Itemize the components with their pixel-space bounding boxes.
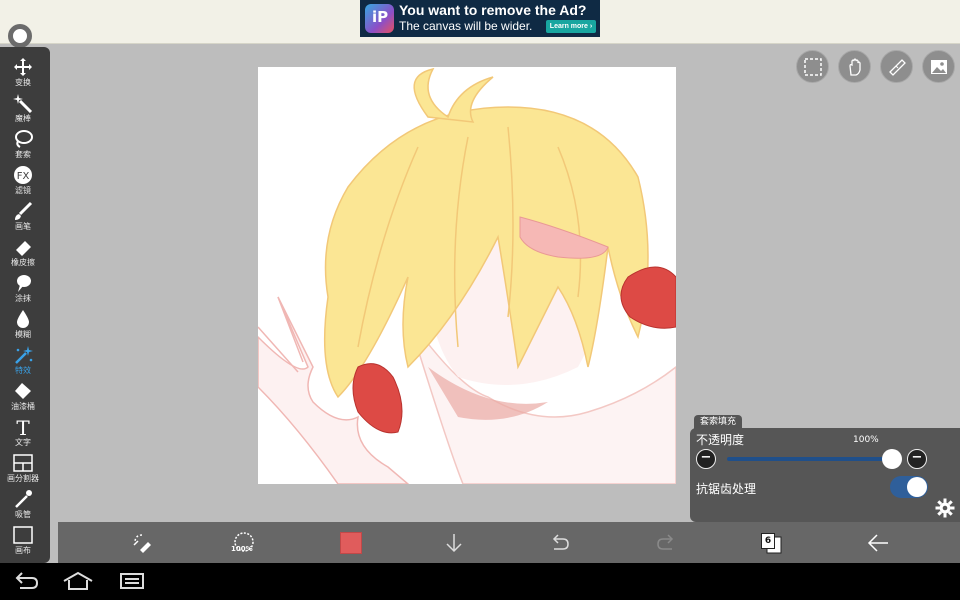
arrow-left-icon	[867, 534, 888, 552]
tool-label: 滤镜	[15, 186, 31, 195]
tool-brush[interactable]: 画笔	[0, 199, 46, 235]
ruler-button[interactable]	[880, 50, 913, 83]
sparkle-wand-icon	[15, 346, 33, 364]
tool-blur[interactable]: 模糊	[0, 307, 46, 343]
tool-label: 画分割器	[7, 474, 39, 483]
opacity-decrease-button[interactable]: −	[696, 449, 716, 469]
tool-label: 橡皮擦	[11, 258, 35, 267]
move-down-button[interactable]	[434, 522, 474, 563]
move-arrows-icon	[14, 58, 32, 76]
tool-label: 油漆桶	[11, 402, 35, 411]
antialias-label: 抗锯齿处理	[696, 482, 757, 496]
tool-label: 套索	[15, 150, 31, 159]
layer-count: 6	[761, 533, 775, 549]
svg-text:T: T	[16, 417, 30, 437]
fill-settings-panel: 不透明度 100% − − 抗锯齿处理	[690, 428, 960, 522]
tool-label: 模糊	[15, 330, 31, 339]
bottom-toolbar: 100% 6	[58, 522, 960, 563]
system-recent-apps-icon[interactable]	[118, 571, 146, 591]
tool-eyedropper[interactable]: 吸管	[0, 487, 46, 523]
opacity-slider-thumb[interactable]	[882, 449, 902, 469]
hand-icon	[849, 58, 861, 76]
undo-button[interactable]	[540, 522, 580, 563]
swap-brush-icon	[133, 534, 151, 553]
toggle-knob	[907, 477, 927, 497]
brush-icon	[15, 201, 33, 220]
back-button[interactable]	[858, 522, 898, 563]
ad-learn-more-button[interactable]: Learn more ›	[546, 20, 596, 33]
system-navigation-bar	[0, 563, 960, 600]
eraser-icon	[16, 241, 31, 256]
material-button[interactable]	[922, 50, 955, 83]
selection-button[interactable]	[796, 50, 829, 83]
tool-canvas[interactable]: 画布	[0, 523, 46, 559]
svg-text:FX: FX	[17, 171, 30, 182]
lasso-icon	[15, 130, 33, 148]
tool-label: 画笔	[15, 222, 31, 231]
smudge-icon	[17, 275, 31, 292]
menu-button[interactable]	[8, 24, 32, 48]
tool-sidebar: 变换 魔棒 套索 FX 滤镜 画笔 橡皮擦 涂抹 模糊 特效 油漆桶 T 文字	[0, 47, 50, 563]
opacity-increase-button[interactable]: −	[907, 449, 927, 469]
bucket-icon	[15, 383, 31, 399]
tool-label: 魔棒	[15, 114, 31, 123]
opacity-slider[interactable]	[727, 457, 891, 461]
tool-bucket[interactable]: 油漆桶	[0, 379, 46, 415]
tool-label: 画布	[15, 546, 31, 555]
antialias-toggle[interactable]	[890, 476, 928, 498]
brush-size-button[interactable]	[224, 522, 264, 563]
redo-icon	[657, 534, 674, 550]
tool-lasso[interactable]: 套索	[0, 127, 46, 163]
tool-smudge[interactable]: 涂抹	[0, 271, 46, 307]
artwork-illustration	[258, 67, 676, 484]
tool-eraser[interactable]: 橡皮擦	[0, 235, 46, 271]
ruler-icon	[889, 59, 906, 76]
image-icon	[931, 60, 947, 74]
arrow-down-icon	[446, 534, 462, 553]
ibispaint-logo-icon: iP	[365, 4, 394, 33]
gear-icon[interactable]	[935, 498, 955, 518]
blur-drop-icon	[17, 310, 29, 328]
brush-size-percent: 100%	[231, 545, 253, 553]
ad-subtitle: The canvas will be wider.	[399, 19, 533, 33]
tool-filter[interactable]: FX 滤镜	[0, 163, 46, 199]
tool-label: 特效	[15, 366, 31, 375]
tool-magic-wand[interactable]: 魔棒	[0, 91, 46, 127]
tool-label: 涂抹	[15, 294, 31, 303]
opacity-value: 100%	[853, 435, 879, 445]
tool-swap-button[interactable]	[122, 522, 162, 563]
tool-transform[interactable]: 变换	[0, 55, 46, 91]
opacity-label: 不透明度	[696, 433, 745, 447]
tool-text[interactable]: T 文字	[0, 415, 46, 451]
hand-tool-button[interactable]	[838, 50, 871, 83]
ad-logo-text: iP	[372, 8, 389, 26]
tool-label: 吸管	[15, 510, 31, 519]
canvas-icon	[13, 526, 33, 544]
eyedropper-icon	[15, 490, 32, 508]
dashed-selection-icon	[804, 58, 822, 76]
drawing-canvas[interactable]	[258, 67, 676, 484]
fill-panel-tab[interactable]: 套索填充	[694, 415, 742, 429]
text-icon: T	[16, 417, 30, 437]
ad-title: You want to remove the Ad?	[399, 2, 587, 18]
tool-label: 文字	[15, 438, 31, 447]
tool-frame-divider[interactable]: 画分割器	[0, 451, 46, 487]
color-swatch[interactable]	[340, 532, 362, 554]
system-home-icon[interactable]	[62, 571, 94, 591]
fx-icon: FX	[14, 166, 32, 184]
tool-effect[interactable]: 特效	[0, 343, 46, 379]
frame-divider-icon	[13, 454, 33, 472]
system-back-icon[interactable]	[12, 571, 40, 591]
ad-bar: iP You want to remove the Ad? The canvas…	[0, 0, 960, 48]
ad-banner[interactable]: iP You want to remove the Ad? The canvas…	[360, 0, 600, 37]
tool-label: 变换	[15, 78, 31, 87]
redo-button[interactable]	[646, 522, 686, 563]
magic-wand-icon	[13, 94, 33, 113]
undo-icon	[552, 534, 569, 550]
